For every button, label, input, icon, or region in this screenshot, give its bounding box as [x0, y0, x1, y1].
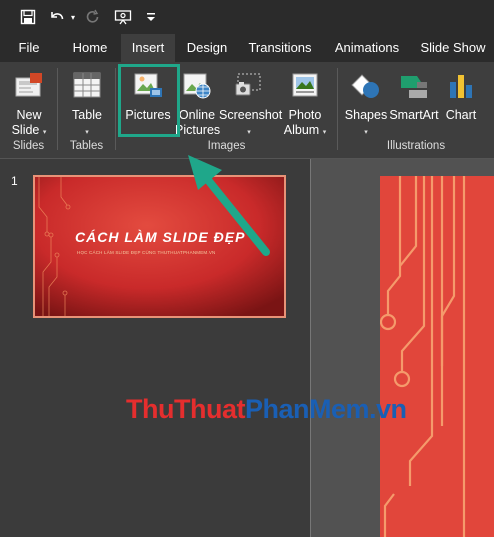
chevron-down-icon: ▾ — [42, 129, 47, 136]
chevron-down-icon: ▾ — [85, 129, 89, 136]
undo-icon[interactable] — [46, 6, 68, 28]
current-slide[interactable] — [380, 176, 494, 537]
shapes-icon — [351, 72, 381, 103]
slide-thumbnail-background — [35, 177, 284, 316]
online-pictures-label-1: Online — [178, 108, 216, 122]
tab-insert[interactable]: Insert — [121, 34, 175, 62]
tab-home[interactable]: Home — [64, 34, 116, 62]
watermark-part-1: ThuThuat — [126, 394, 245, 424]
chevron-down-icon: ▾ — [247, 129, 251, 136]
pictures-highlight-box — [118, 64, 180, 137]
table-button[interactable]: Table ▾ — [64, 66, 110, 138]
ribbon-tabs: File Home Insert Design Transitions Anim… — [0, 34, 494, 62]
watermark-part-3: .vn — [369, 394, 407, 424]
online-pictures-icon — [182, 72, 212, 103]
screenshot-label: Screenshot — [219, 108, 283, 122]
chart-icon — [447, 72, 475, 103]
tab-design[interactable]: Design — [183, 34, 231, 62]
group-label-illustrations: Illustrations — [386, 140, 446, 152]
new-slide-label-1: New — [16, 108, 42, 122]
chevron-down-icon: ▾ — [364, 129, 368, 136]
photo-album-button[interactable]: Photo Album ▾ — [280, 66, 330, 138]
chart-label: Chart — [445, 108, 477, 122]
chevron-down-icon: ▾ — [322, 129, 327, 136]
new-slide-label-2: Slide — [11, 123, 40, 137]
group-separator — [57, 68, 58, 150]
new-slide-button[interactable]: New Slide ▾ — [6, 66, 52, 138]
present-icon[interactable] — [112, 6, 134, 28]
smartart-button[interactable]: SmartArt — [388, 66, 440, 138]
online-pictures-button[interactable]: Online Pictures — [175, 66, 221, 138]
group-label-images: Images — [207, 140, 246, 152]
shapes-button[interactable]: Shapes ▾ — [344, 66, 388, 138]
quick-access-toolbar: ▾ — [0, 0, 494, 34]
smartart-icon — [399, 72, 429, 103]
screenshot-button[interactable]: Screenshot ▾ — [219, 66, 283, 138]
photo-album-label-2: Album — [283, 123, 320, 137]
slide-thumbnail-subtitle: HỌC CÁCH LÀM SLIDE ĐẸP CÙNG THUTHUATPHAN… — [77, 250, 216, 255]
slide-thumbnail[interactable]: CÁCH LÀM SLIDE ĐẸP HỌC CÁCH LÀM SLIDE ĐẸ… — [33, 175, 286, 318]
table-label: Table — [72, 108, 102, 122]
tab-transitions[interactable]: Transitions — [244, 34, 316, 62]
chart-button[interactable]: Chart — [440, 66, 482, 138]
table-icon — [73, 72, 101, 101]
tab-animations[interactable]: Animations — [330, 34, 404, 62]
watermark: ThuThuatPhanMem.vn — [126, 394, 407, 425]
circuit-pattern — [380, 176, 466, 537]
smartart-label: SmartArt — [389, 108, 439, 122]
group-separator — [337, 68, 338, 150]
group-separator — [115, 68, 116, 150]
tab-slide-show[interactable]: Slide Show — [418, 34, 488, 62]
slide-thumbnail-title: CÁCH LÀM SLIDE ĐẸP — [75, 229, 246, 245]
photo-album-icon — [290, 72, 320, 103]
redo-icon — [84, 6, 102, 28]
slide-editing-area[interactable] — [311, 159, 494, 537]
photo-album-label-1: Photo — [288, 108, 322, 122]
watermark-part-2: PhanMem — [244, 394, 370, 424]
tab-file[interactable]: File — [8, 34, 50, 62]
group-label-tables: Tables — [69, 140, 104, 152]
customize-icon[interactable] — [144, 6, 158, 28]
shapes-label: Shapes — [344, 108, 388, 122]
screenshot-icon — [234, 72, 264, 103]
save-icon[interactable] — [16, 6, 40, 28]
ribbon-insert: New Slide ▾ Table ▾ Pictures Online Picture… — [0, 62, 494, 158]
online-pictures-label-2: Pictures — [175, 123, 221, 137]
new-slide-icon — [14, 72, 44, 103]
group-label-slides: Slides — [12, 140, 45, 152]
undo-dropdown-icon[interactable]: ▾ — [68, 6, 78, 28]
slide-number: 1 — [11, 174, 18, 188]
